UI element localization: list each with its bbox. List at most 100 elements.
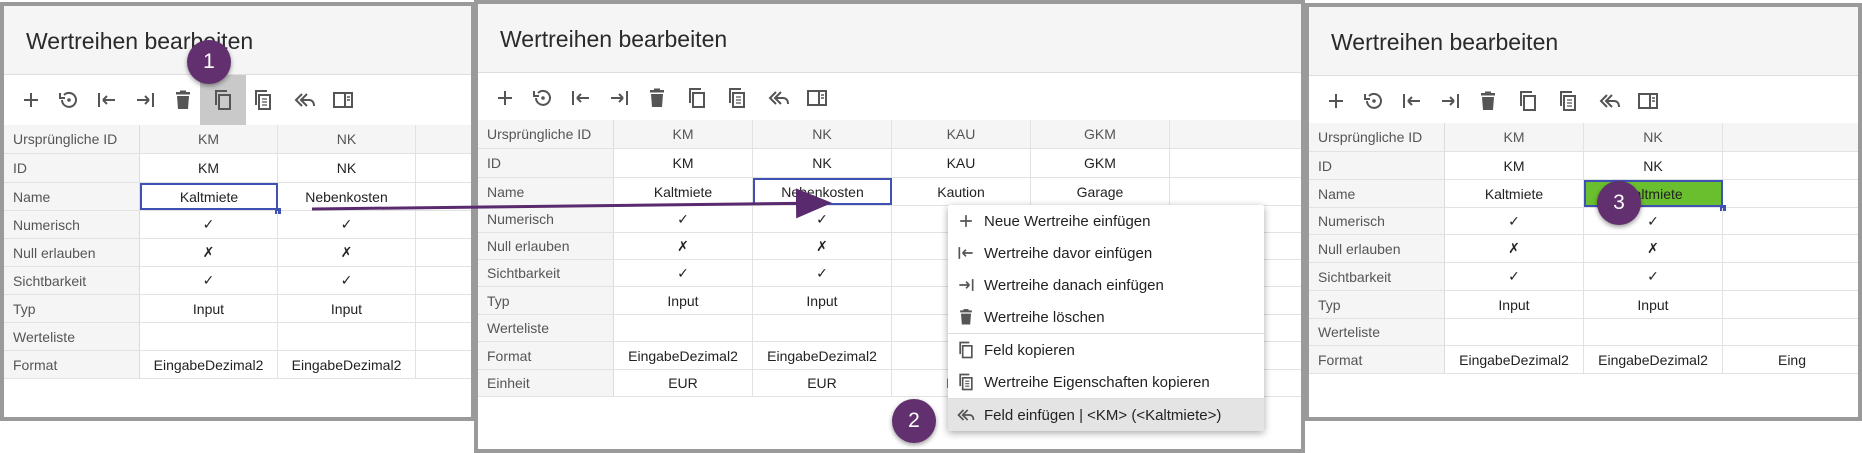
panel-step-1: Wertreihen bearbeiten Ursprüngliche ID KM N…: [0, 2, 475, 421]
toolbar-copy-properties-button[interactable]: [714, 73, 760, 123]
page-title: Wertreihen bearbeiten: [1331, 29, 1559, 55]
menu-item-insert-after[interactable]: Wertreihe danach einfügen: [948, 269, 1264, 301]
grid-cell[interactable]: ✓: [614, 206, 753, 232]
grid-cell[interactable]: [1584, 319, 1723, 345]
grid-cell[interactable]: [140, 323, 278, 350]
toolbar-panel-button[interactable]: [320, 75, 366, 125]
grid-cell[interactable]: Garage: [1031, 178, 1170, 205]
grid-cell[interactable]: ✗: [278, 239, 416, 266]
toolbar-copy-properties-button[interactable]: [240, 75, 286, 125]
delete-icon: [1481, 91, 1495, 110]
row-label: Werteliste: [478, 315, 614, 341]
grid-cell[interactable]: Kaltmiete: [1445, 180, 1584, 207]
paste-icon: [768, 91, 789, 105]
grid-cell[interactable]: ✗: [753, 233, 892, 259]
menu-item-copy-field[interactable]: Feld kopieren: [948, 334, 1264, 366]
grid-cell[interactable]: ✓: [140, 211, 278, 238]
grid-cell[interactable]: Input: [1584, 291, 1723, 318]
insert-after-icon: [611, 91, 628, 105]
grid-cell[interactable]: Kaution: [892, 178, 1031, 205]
grid-cell[interactable]: KM: [140, 154, 278, 182]
grid-cell[interactable]: ✓: [1445, 263, 1584, 290]
step-badge-3: 3: [1597, 181, 1641, 225]
row-label: Sichtbarkeit: [1309, 263, 1445, 290]
menu-item-copy-properties[interactable]: Wertreihe Eigenschaften kopieren: [948, 366, 1264, 399]
menu-item-add[interactable]: Neue Wertreihe einfügen: [948, 205, 1264, 237]
row-label: Null erlauben: [4, 239, 140, 266]
grid-cell[interactable]: [1723, 291, 1858, 318]
grid-cell[interactable]: [1723, 263, 1858, 290]
grid-cell[interactable]: NK: [278, 154, 416, 182]
grid-cell[interactable]: ✗: [1584, 235, 1723, 262]
grid-cell[interactable]: EUR: [753, 370, 892, 396]
grid-cell[interactable]: ✗: [614, 233, 753, 259]
menu-item-insert-before[interactable]: Wertreihe davor einfügen: [948, 237, 1264, 269]
table-row: Format EingabeDezimal2 EingabeDezimal2 Eing: [1309, 346, 1858, 374]
grid-cell[interactable]: EingabeDezimal2: [1584, 346, 1723, 373]
row-label: Ursprüngliche ID: [1309, 123, 1445, 151]
menu-item-label: Wertreihe löschen: [984, 308, 1105, 326]
menu-item-paste[interactable]: Feld einfügen | <KM> (<Kaltmiete>): [948, 399, 1264, 431]
column-header: KM: [140, 125, 278, 153]
table-row: Name Kaltmiete Kaltmiete: [1309, 180, 1858, 211]
table-row: Format EingabeDezimal2 EingabeDezimal2: [4, 351, 471, 379]
grid-cell[interactable]: ✗: [140, 239, 278, 266]
menu-item-delete[interactable]: Wertreihe löschen: [948, 301, 1264, 334]
row-label: Einheit: [478, 370, 614, 396]
grid-cell[interactable]: ✓: [278, 211, 416, 238]
selected-cell[interactable]: Nebenkosten: [753, 178, 892, 205]
grid-cell[interactable]: ✓: [753, 260, 892, 286]
grid-cell[interactable]: KM: [614, 149, 753, 177]
grid-cell[interactable]: Nebenkosten: [278, 183, 416, 210]
grid-cell[interactable]: ✓: [614, 260, 753, 286]
grid-cell[interactable]: EingabeDezimal2: [614, 342, 753, 369]
grid-cell[interactable]: [614, 315, 753, 341]
grid-cell[interactable]: [1723, 208, 1858, 234]
grid-cell[interactable]: EingabeDezimal2: [753, 342, 892, 369]
grid-cell[interactable]: EingabeDezimal2: [1445, 346, 1584, 373]
toolbar-panel-button[interactable]: [1625, 76, 1671, 126]
grid-cell[interactable]: Input: [140, 295, 278, 322]
grid-cell[interactable]: [278, 323, 416, 350]
grid-cell[interactable]: Input: [1445, 291, 1584, 318]
grid-cell[interactable]: KAU: [892, 149, 1031, 177]
grid-cell[interactable]: Input: [278, 295, 416, 322]
grid-cell[interactable]: NK: [1584, 152, 1723, 179]
grid-cell[interactable]: KM: [1445, 152, 1584, 179]
paste-icon: [948, 405, 984, 425]
row-label: Name: [4, 183, 140, 210]
grid-cell[interactable]: Input: [614, 287, 753, 314]
grid-cell[interactable]: [1723, 180, 1858, 207]
grid-cell[interactable]: EUR: [614, 370, 753, 396]
grid-cell[interactable]: EingabeDezimal2: [140, 351, 278, 378]
grid-cell[interactable]: [1445, 319, 1584, 345]
grid-cell[interactable]: [1723, 235, 1858, 262]
grid-cell[interactable]: [753, 315, 892, 341]
menu-item-label: Wertreihe Eigenschaften kopieren: [984, 373, 1210, 391]
toolbar-copy-properties-button[interactable]: [1545, 76, 1591, 126]
grid-cell[interactable]: NK: [753, 149, 892, 177]
row-label: Sichtbarkeit: [478, 260, 614, 286]
grid-cell[interactable]: ✓: [1445, 208, 1584, 234]
grid-cell[interactable]: GKM: [1031, 149, 1170, 177]
context-menu: Neue Wertreihe einfügen Wertreihe davor e…: [948, 205, 1264, 431]
grid-cell[interactable]: ✓: [1584, 263, 1723, 290]
grid-cell[interactable]: Kaltmiete: [614, 178, 753, 205]
grid-cell[interactable]: ✗: [1445, 235, 1584, 262]
grid-cell[interactable]: ✓: [753, 206, 892, 232]
grid-cell[interactable]: [1723, 152, 1858, 179]
toolbar: [1309, 76, 1858, 127]
grid-cell[interactable]: EingabeDezimal2: [278, 351, 416, 378]
toolbar: [4, 75, 471, 126]
table-row: Typ Input Input: [4, 295, 471, 323]
grid-cell[interactable]: ✓: [140, 267, 278, 294]
panel-step-3: Wertreihen bearbeiten Ursprüngliche ID KM N…: [1305, 3, 1862, 421]
selected-cell[interactable]: Kaltmiete: [140, 183, 278, 210]
add-icon: [1329, 94, 1343, 108]
grid-cell[interactable]: [1723, 319, 1858, 345]
table-row: ID KM NK: [1309, 152, 1858, 180]
toolbar-panel-button[interactable]: [794, 73, 840, 123]
grid-cell[interactable]: Eing: [1723, 346, 1858, 373]
grid-cell[interactable]: Input: [753, 287, 892, 314]
grid-cell[interactable]: ✓: [278, 267, 416, 294]
